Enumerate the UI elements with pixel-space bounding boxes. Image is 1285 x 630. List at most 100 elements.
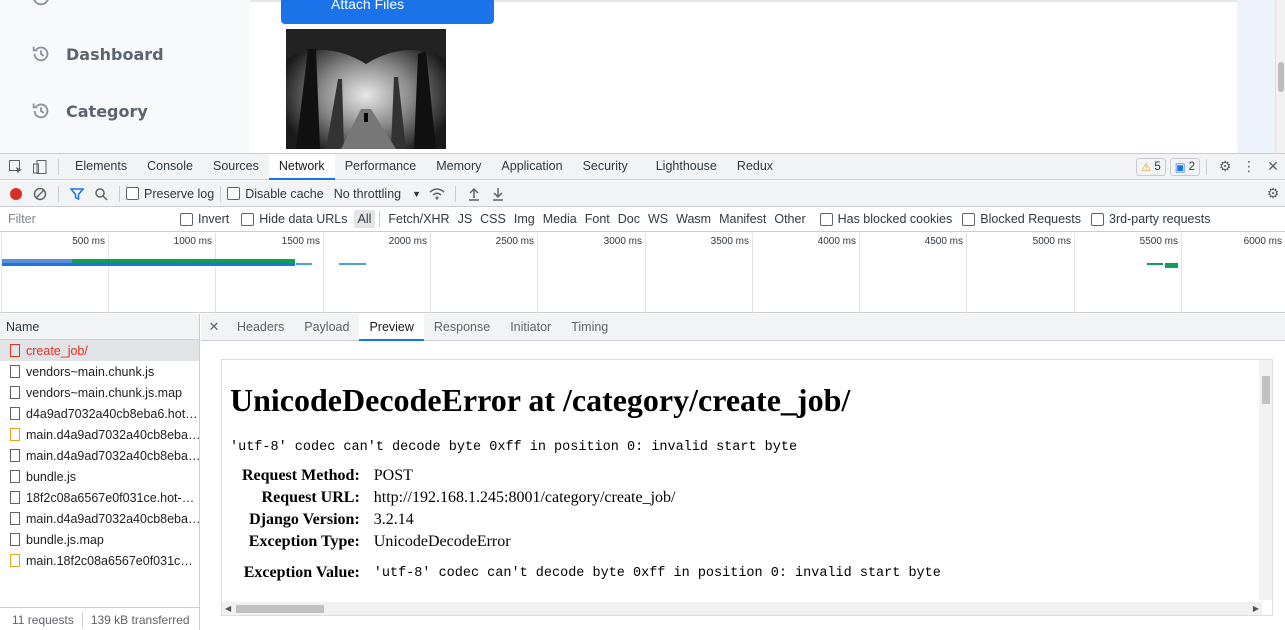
filter-type-font[interactable]: Font: [581, 210, 614, 228]
sidebar-item-partial[interactable]: [30, 0, 52, 8]
device-toolbar-icon[interactable]: [28, 155, 52, 179]
network-settings-icon[interactable]: ⚙: [1261, 182, 1285, 206]
filter-type-other[interactable]: Other: [770, 210, 809, 228]
page-scrollbar[interactable]: [1237, 0, 1285, 153]
request-row[interactable]: bundle.js.map: [0, 529, 199, 550]
invert-checkbox[interactable]: Invert: [180, 212, 229, 226]
tab-preview[interactable]: Preview: [359, 313, 424, 341]
network-conditions-icon[interactable]: [425, 182, 449, 206]
waterfall-bar: [1147, 263, 1163, 265]
filter-type-fetch-xhr[interactable]: Fetch/XHR: [384, 210, 453, 228]
tick-label: 2500 ms: [495, 236, 534, 247]
filter-type-img[interactable]: Img: [510, 210, 539, 228]
sidebar-item-label: Category: [66, 101, 148, 121]
clear-icon[interactable]: [28, 182, 52, 206]
request-row[interactable]: main.18f2c08a6567e0f031c…: [0, 550, 199, 571]
sidebar-item-dashboard[interactable]: Dashboard: [30, 43, 164, 65]
inspect-element-icon[interactable]: [4, 155, 28, 179]
app-viewport: Dashboard Category Attach Files: [0, 0, 1285, 153]
response-preview[interactable]: UnicodeDecodeError at /category/create_j…: [221, 359, 1273, 616]
tab-response[interactable]: Response: [424, 314, 500, 341]
request-row[interactable]: bundle.js: [0, 466, 199, 487]
summary-value: 'utf-8' codec can't decode byte 0xff in …: [373, 565, 941, 581]
file-icon: [10, 533, 20, 546]
summary-label: Request URL:: [261, 489, 360, 506]
request-row[interactable]: main.d4a9ad7032a40cb8eba…: [0, 508, 199, 529]
scroll-right-icon[interactable]: ▶: [1253, 604, 1259, 613]
request-rows: create_job/ vendors~main.chunk.js vendor…: [0, 340, 199, 571]
uploaded-photo: [286, 29, 446, 149]
summary-value: 3.2.14: [373, 511, 414, 528]
attach-files-button[interactable]: Attach Files: [281, 0, 494, 24]
filter-type-css[interactable]: CSS: [476, 210, 510, 228]
summary-label: Django Version:: [249, 511, 360, 528]
warnings-badge[interactable]: ⚠ 5: [1136, 157, 1166, 176]
filter-type-wasm[interactable]: Wasm: [672, 210, 715, 228]
tick-label: 3500 ms: [710, 236, 749, 247]
tab-performance[interactable]: Performance: [335, 154, 427, 180]
tab-redux[interactable]: Redux: [727, 154, 783, 180]
name-column-header[interactable]: Name: [0, 314, 199, 340]
filter-type-media[interactable]: Media: [539, 210, 581, 228]
request-row[interactable]: main.d4a9ad7032a40cb8eba…: [0, 424, 199, 445]
request-row[interactable]: vendors~main.chunk.js.map: [0, 382, 199, 403]
preserve-log-checkbox[interactable]: Preserve log: [126, 187, 214, 201]
request-row[interactable]: d4a9ad7032a40cb8eba6.hot…: [0, 403, 199, 424]
tab-initiator[interactable]: Initiator: [500, 314, 561, 341]
settings-icon[interactable]: ⚙: [1213, 155, 1237, 179]
blocked-cookies-checkbox[interactable]: Has blocked cookies: [819, 212, 952, 226]
request-row[interactable]: main.d4a9ad7032a40cb8eba…: [0, 445, 199, 466]
preview-horizontal-scrollbar[interactable]: ◀ ▶: [222, 602, 1262, 615]
filter-input[interactable]: Filter: [0, 209, 168, 229]
third-party-checkbox[interactable]: 3rd-party requests: [1091, 212, 1210, 226]
waterfall-bar: [296, 263, 312, 265]
throttling-select[interactable]: No throttling ▼: [334, 187, 421, 201]
import-har-icon[interactable]: [462, 182, 486, 206]
close-icon[interactable]: ✕: [201, 315, 227, 339]
tab-lighthouse[interactable]: Lighthouse: [638, 154, 727, 180]
disable-cache-checkbox[interactable]: Disable cache: [227, 187, 324, 201]
tick-label: 500 ms: [72, 236, 105, 247]
tab-elements[interactable]: Elements: [65, 154, 137, 180]
tab-payload[interactable]: Payload: [294, 314, 359, 341]
tab-timing[interactable]: Timing: [561, 314, 618, 341]
history-icon: [32, 46, 49, 62]
tab-headers[interactable]: Headers: [227, 314, 294, 341]
more-options-icon[interactable]: ⋮: [1237, 155, 1261, 179]
tab-network[interactable]: Network: [268, 153, 335, 180]
request-row[interactable]: vendors~main.chunk.js: [0, 361, 199, 382]
tab-security[interactable]: Security: [573, 154, 638, 180]
filter-icon[interactable]: [65, 182, 89, 206]
devtools-tabbar: Elements Console Sources Network Perform…: [0, 153, 1285, 180]
history-icon: [32, 103, 49, 119]
messages-badge[interactable]: ▣ 2: [1169, 157, 1200, 176]
request-row[interactable]: create_job/: [0, 340, 199, 361]
filter-type-doc[interactable]: Doc: [614, 210, 644, 228]
blocked-requests-checkbox[interactable]: Blocked Requests: [962, 212, 1081, 226]
file-icon: [10, 449, 20, 462]
transferred-size: 139 kB transferred: [90, 612, 190, 627]
tab-console[interactable]: Console: [137, 154, 203, 180]
sidebar-item-category[interactable]: Category: [30, 100, 148, 122]
search-icon[interactable]: [89, 182, 113, 206]
script-file-icon: [10, 428, 20, 441]
record-icon[interactable]: [4, 182, 28, 206]
close-icon[interactable]: ✕: [1261, 155, 1285, 179]
tab-sources[interactable]: Sources: [203, 154, 269, 180]
filter-type-js[interactable]: JS: [454, 210, 477, 228]
file-icon: [10, 407, 20, 420]
request-row[interactable]: 18f2c08a6567e0f031ce.hot-…: [0, 487, 199, 508]
filter-type-all[interactable]: All: [353, 210, 376, 228]
tab-memory[interactable]: Memory: [426, 154, 491, 180]
filter-type-ws[interactable]: WS: [644, 210, 672, 228]
scroll-left-icon[interactable]: ◀: [225, 604, 231, 613]
preview-vertical-scrollbar[interactable]: [1259, 360, 1272, 600]
summary-row: Exception Value: 'utf-8' codec can't deco…: [238, 554, 941, 585]
hide-data-urls-checkbox[interactable]: Hide data URLs: [241, 212, 348, 226]
network-overview[interactable]: 500 ms 1000 ms 1500 ms 2000 ms 2500 ms 3…: [0, 233, 1285, 313]
tick-label: 4000 ms: [817, 236, 856, 247]
filter-type-manifest[interactable]: Manifest: [715, 210, 770, 228]
file-icon: [10, 365, 20, 378]
export-har-icon[interactable]: [486, 182, 510, 206]
tab-application[interactable]: Application: [491, 154, 572, 180]
